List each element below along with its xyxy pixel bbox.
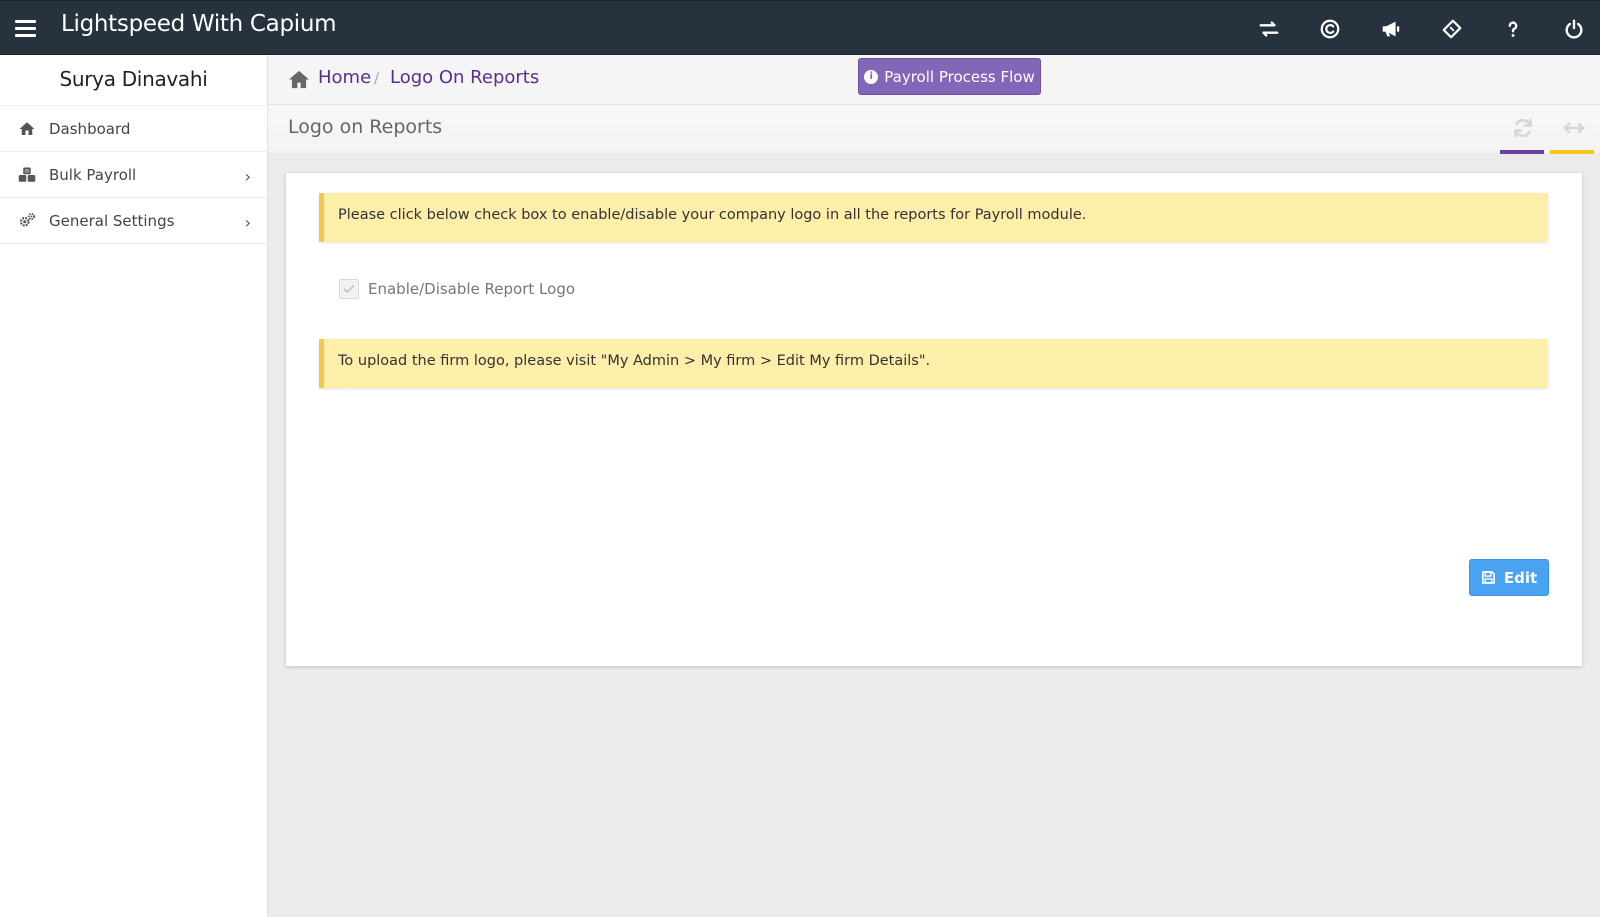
info-icon: i — [864, 69, 879, 84]
top-icon-group — [1220, 17, 1586, 41]
chevron-right-icon: › — [244, 213, 251, 232]
page-title: Logo on Reports — [288, 116, 443, 138]
hamburger-menu-icon[interactable] — [15, 20, 36, 37]
sidebar-item-label: Bulk Payroll — [49, 165, 137, 184]
home-icon[interactable] — [288, 69, 310, 89]
chevron-right-icon: › — [244, 167, 251, 186]
cubes-icon — [16, 166, 38, 184]
report-logo-checkbox-label: Enable/Disable Report Logo — [368, 280, 576, 298]
save-icon — [1481, 571, 1495, 584]
report-logo-checkbox[interactable] — [339, 279, 359, 299]
sidebar-item-label: Dashboard — [49, 119, 131, 138]
report-logo-checkbox-row: Enable/Disable Report Logo — [339, 279, 575, 299]
transfer-icon[interactable] — [1257, 17, 1281, 41]
payroll-process-flow-label: Payroll Process Flow — [884, 67, 1035, 86]
capium-logo-icon[interactable] — [1318, 17, 1342, 41]
settings-card: Please click below check box to enable/d… — [286, 173, 1582, 666]
sidebar-item-dashboard[interactable]: Dashboard — [0, 106, 267, 152]
sidebar-item-general-settings[interactable]: General Settings › — [0, 198, 267, 244]
edit-button[interactable]: Edit — [1469, 559, 1549, 596]
resize-horizontal-icon[interactable] — [1562, 118, 1586, 138]
home-icon — [16, 120, 38, 138]
sidebar: Surya Dinavahi Dashboard Bulk Payroll › … — [0, 55, 268, 917]
refresh-icon[interactable] — [1511, 116, 1535, 140]
app-title: Lightspeed With Capium — [61, 11, 337, 37]
info-alert-upload-logo: To upload the firm logo, please visit "M… — [319, 339, 1548, 388]
ticket-icon[interactable] — [1440, 17, 1464, 41]
accent-bar-yellow — [1550, 150, 1594, 154]
gears-icon — [16, 212, 38, 230]
info-alert-logo-toggle: Please click below check box to enable/d… — [319, 193, 1548, 242]
power-icon[interactable] — [1562, 17, 1586, 41]
page-title-bar: Logo on Reports — [268, 105, 1600, 154]
edit-button-label: Edit — [1503, 568, 1538, 587]
top-navbar: Lightspeed With Capium — [0, 0, 1600, 55]
breadcrumb-current[interactable]: Logo On Reports — [390, 67, 539, 88]
accent-bar-purple — [1500, 150, 1544, 154]
breadcrumb-home-link[interactable]: Home — [318, 67, 371, 88]
payroll-process-flow-button[interactable]: i Payroll Process Flow — [858, 58, 1041, 95]
sidebar-item-bulk-payroll[interactable]: Bulk Payroll › — [0, 152, 267, 198]
breadcrumb: Home / Logo On Reports i Payroll Process… — [268, 55, 1600, 105]
sidebar-item-label: General Settings — [49, 211, 175, 230]
megaphone-icon[interactable] — [1379, 17, 1403, 41]
help-icon[interactable] — [1501, 17, 1525, 41]
user-name: Surya Dinavahi — [0, 55, 267, 106]
breadcrumb-separator: / — [374, 69, 380, 87]
